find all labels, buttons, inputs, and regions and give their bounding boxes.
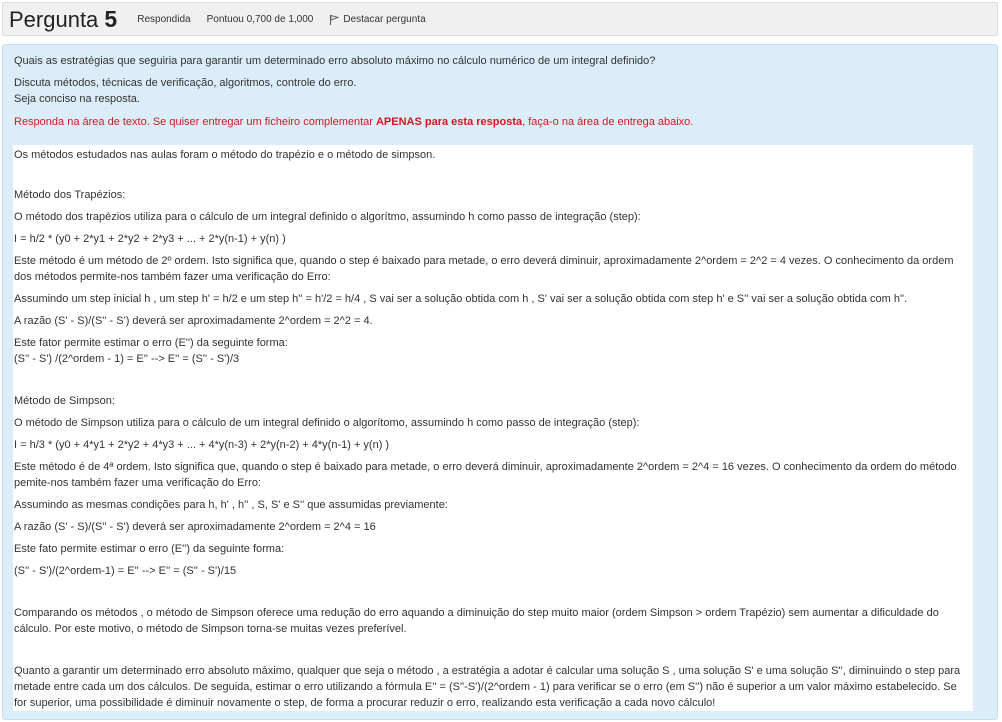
question-header: Pergunta 5 Respondida Pontuou 0,700 de 1…	[2, 2, 998, 36]
simpson-formula: I = h/3 * (y0 + 4*y1 + 2*y2 + 4*y3 + ...…	[14, 439, 390, 451]
methods-comparison: Comparando os métodos , o método de Simp…	[14, 607, 939, 635]
question-title-word: Pergunta	[9, 6, 99, 32]
trapezoid-order: Este método é um método de 2º ordem. Ist…	[14, 255, 954, 283]
trapezoid-ratio: A razão (S' - S)/(S'' - S') deverá ser a…	[14, 315, 373, 327]
trapezoid-error-intro: Este fator permite estimar o erro (E'') …	[14, 337, 288, 349]
instruction-emphasis: APENAS para esta resposta	[375, 116, 523, 128]
grade-text: Pontuou 0,700 de 1,000	[206, 13, 314, 25]
submission-instruction: Responda na área de texto. Se quiser ent…	[14, 114, 986, 130]
flag-icon	[330, 14, 340, 25]
simpson-ratio: A razão (S' - S)/(S'' - S') deverá ser a…	[14, 521, 376, 533]
instruction-pre: Responda na área de texto. Se quiser ent…	[14, 116, 376, 128]
question-text: Quais as estratégias que seguiria para g…	[14, 55, 656, 67]
trapezoid-steps: Assumindo um step inicial h , um step h'…	[14, 293, 908, 305]
simpson-description: O método de Simpson utiliza para o cálcu…	[14, 417, 640, 429]
status-text: Respondida	[137, 13, 191, 25]
question-number: 5	[104, 5, 118, 32]
flag-question-button[interactable]: Destacar pergunta	[329, 13, 426, 25]
flag-question-label: Destacar pergunta	[343, 13, 426, 25]
answer-textarea[interactable]: Os métodos estudados nas aulas foram o m…	[13, 145, 973, 711]
trapezoid-error-estimate: Este fator permite estimar o erro (E'') …	[14, 335, 972, 367]
simpson-title: Método de Simpson:	[14, 395, 115, 407]
answer-intro: Os métodos estudados nas aulas foram o m…	[14, 149, 436, 161]
trapezoid-description: O método dos trapézios utiliza para o cá…	[14, 211, 641, 223]
question-detail: Discuta métodos, técnicas de verificação…	[14, 77, 357, 89]
simpson-error-formula: (S'' - S')/(2^ordem-1) = E'' --> E'' = (…	[14, 565, 237, 577]
question-title: Pergunta 5	[9, 5, 118, 32]
answer-conclusion: Quanto a garantir um determinado erro ab…	[14, 665, 961, 709]
simpson-order: Este método é de 4ª ordem. Isto signific…	[14, 461, 957, 489]
question-panel: Quais as estratégias que seguiria para g…	[2, 44, 998, 720]
simpson-assumptions: Assumindo as mesmas condições para h, h'…	[14, 499, 448, 511]
trapezoid-formula: I = h/2 * (y0 + 2*y1 + 2*y2 + 2*y3 + ...…	[14, 233, 286, 245]
instruction-post: , faça-o na área de entrega abaixo.	[522, 116, 694, 128]
trapezoid-error-formula: (S'' - S') /(2^ordem - 1) = E'' --> E'' …	[14, 353, 240, 365]
trapezoid-title: Método dos Trapézios:	[14, 189, 126, 201]
simpson-error-intro: Este fato permite estimar o erro (E'') d…	[14, 543, 285, 555]
question-note: Seja conciso na resposta.	[14, 93, 140, 105]
